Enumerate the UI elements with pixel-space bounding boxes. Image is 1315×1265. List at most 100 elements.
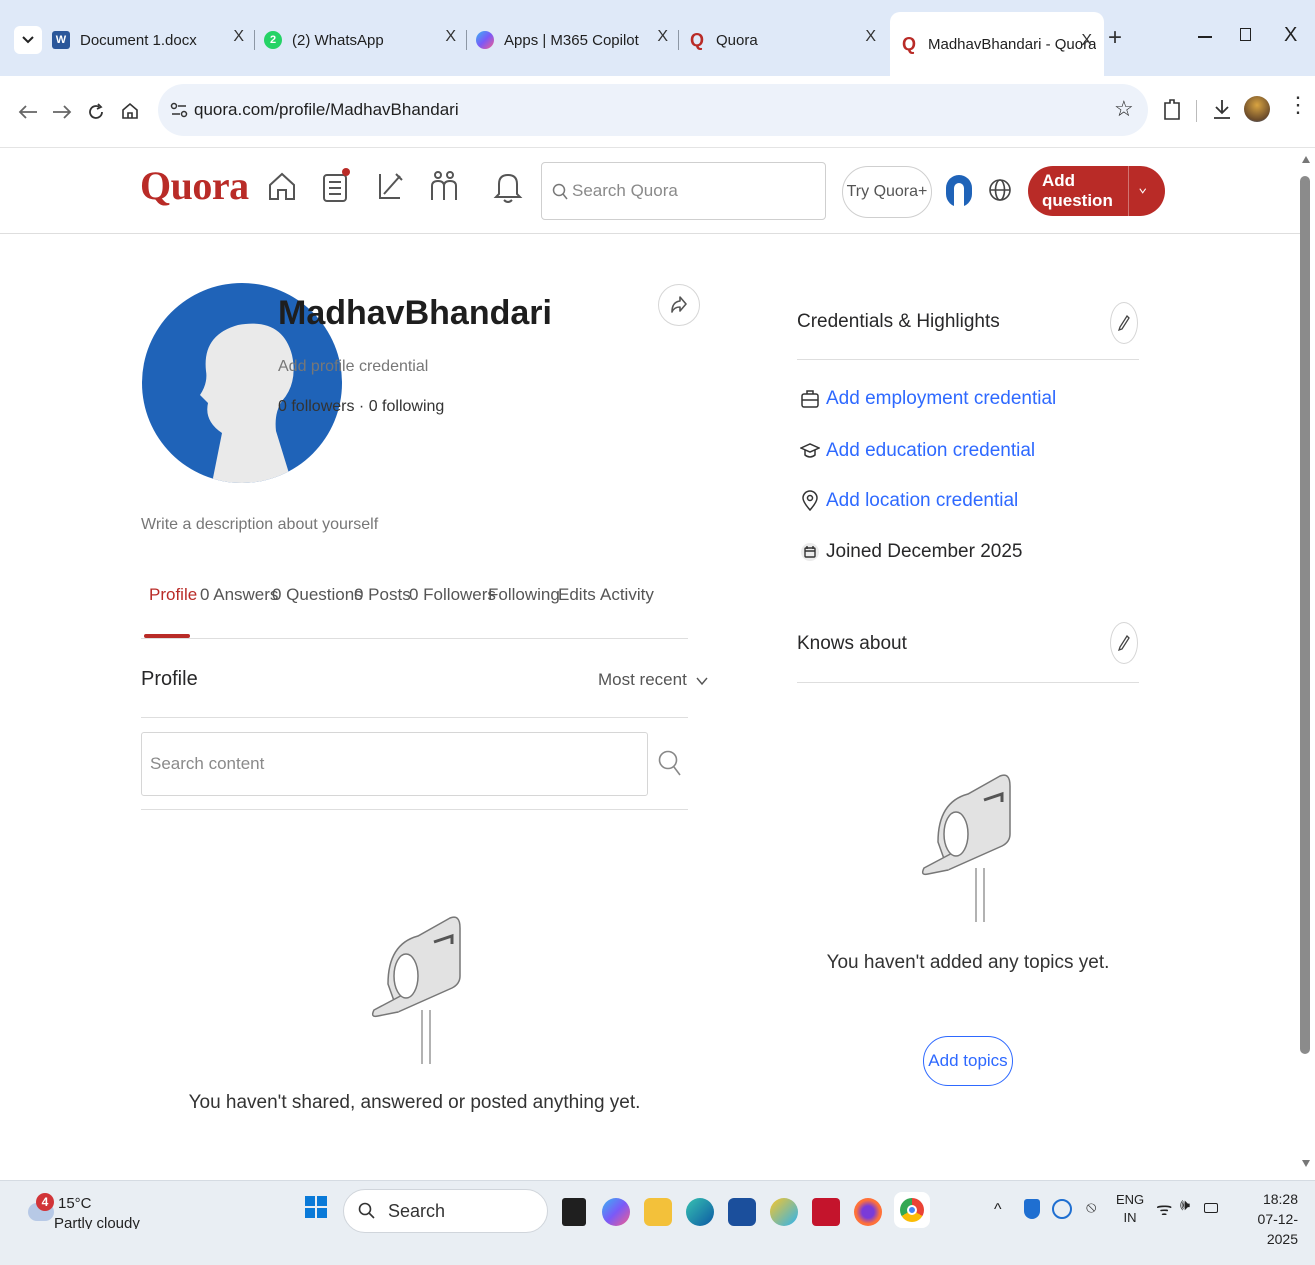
mcafee-icon[interactable]: [812, 1198, 840, 1226]
browser-tab-whatsapp[interactable]: 2 (2) WhatsApp X: [264, 12, 464, 68]
quora-icon: Q: [901, 33, 916, 54]
chevron-down-icon[interactable]: [1129, 185, 1151, 197]
firefox-icon[interactable]: [854, 1198, 882, 1226]
add-topics-button[interactable]: Add topics: [923, 1036, 1013, 1086]
copilot-tile-icon[interactable]: [770, 1198, 798, 1226]
quora-search-input[interactable]: Search Quora: [541, 162, 826, 220]
quora-logo[interactable]: Quora: [140, 162, 249, 209]
user-avatar-icon[interactable]: [946, 175, 972, 207]
close-tab-icon[interactable]: X: [657, 28, 668, 46]
close-tab-icon[interactable]: X: [1081, 32, 1092, 50]
wifi-icon[interactable]: ᯤ: [1156, 1197, 1172, 1221]
microsoft-store-icon[interactable]: [728, 1198, 756, 1226]
volume-icon[interactable]: 🕪: [1180, 1197, 1190, 1215]
task-view-icon[interactable]: [562, 1198, 586, 1226]
file-explorer-icon[interactable]: [644, 1198, 672, 1226]
add-education-credential-link[interactable]: Add education credential: [800, 440, 1035, 462]
back-icon[interactable]: [18, 104, 38, 120]
download-icon[interactable]: [1212, 98, 1232, 120]
try-quora-plus-button[interactable]: Try Quora+: [842, 166, 932, 218]
sort-dropdown[interactable]: Most recent: [598, 670, 708, 690]
browser-menu-icon[interactable]: ⋮: [1287, 94, 1309, 116]
credential-label: Add employment credential: [826, 388, 1057, 409]
pencil-icon: [1118, 314, 1130, 332]
tab-profile[interactable]: Profile: [149, 585, 197, 605]
close-window-icon[interactable]: X: [1284, 24, 1297, 47]
tab-separator: [466, 30, 467, 50]
extensions-icon[interactable]: [1162, 98, 1182, 122]
add-question-button[interactable]: Add question: [1028, 166, 1165, 216]
add-employment-credential-link[interactable]: Add employment credential: [800, 388, 1056, 410]
briefcase-icon: [801, 390, 819, 408]
write-description-link[interactable]: Write a description about yourself: [141, 516, 378, 534]
calendar-icon: [801, 543, 819, 561]
tab-posts[interactable]: 0 Posts: [354, 585, 411, 605]
edit-topics-button[interactable]: [1110, 622, 1138, 664]
share-profile-button[interactable]: [658, 284, 700, 326]
chrome-icon[interactable]: [894, 1192, 930, 1228]
start-windows-icon[interactable]: [305, 1196, 327, 1218]
notifications-bell-icon[interactable]: [490, 166, 526, 206]
show-hidden-icons-chevron[interactable]: ^: [994, 1201, 1002, 1219]
home-icon[interactable]: [264, 166, 300, 206]
new-tab-icon[interactable]: +: [1108, 24, 1122, 52]
browser-tab-active[interactable]: Q MadhavBhandari - Quora X: [890, 12, 1104, 76]
weather-temperature: 15°C: [58, 1195, 92, 1212]
joined-date: Joined December 2025: [800, 541, 1022, 563]
taskbar-search[interactable]: Search: [343, 1189, 548, 1233]
empty-state-message: You haven't shared, answered or posted a…: [188, 1092, 641, 1113]
language-indicator[interactable]: ENG IN: [1116, 1191, 1144, 1227]
profile-tabs: Profile 0 Answers 0 Questions 0 Posts 0 …: [141, 585, 688, 639]
tab-questions[interactable]: 0 Questions: [272, 585, 363, 605]
bookmark-star-icon[interactable]: ☆: [1114, 96, 1134, 122]
tab-edits[interactable]: Edits: [558, 585, 596, 605]
weather-widget[interactable]: 4 15°C Partly cloudy: [24, 1193, 154, 1253]
add-location-credential-link[interactable]: Add location credential: [800, 490, 1018, 512]
follow-stats[interactable]: 0 followers · 0 following: [278, 398, 444, 416]
search-icon: [552, 183, 568, 200]
profile-avatar[interactable]: [1244, 96, 1270, 122]
browser-tab-word[interactable]: W Document 1.docx X: [52, 12, 252, 68]
address-bar[interactable]: quora.com/profile/MadhavBhandari: [158, 84, 1148, 136]
site-info-icon[interactable]: [170, 101, 188, 119]
defender-shield-icon[interactable]: [1024, 1199, 1040, 1219]
tab-followers[interactable]: 0 Followers: [409, 585, 496, 605]
tab-list-dropdown-icon[interactable]: [14, 26, 42, 54]
close-tab-icon[interactable]: X: [445, 28, 456, 46]
following-feed-icon[interactable]: [318, 166, 354, 206]
answer-edit-icon[interactable]: [372, 166, 408, 206]
sync-icon[interactable]: [1052, 1199, 1072, 1219]
clock-date: 07-12-2025: [1257, 1211, 1298, 1247]
edge-browser-icon[interactable]: [686, 1198, 714, 1226]
forward-icon[interactable]: [52, 104, 72, 120]
location-off-icon[interactable]: ⦸: [1086, 1199, 1096, 1217]
divider: [141, 809, 688, 810]
home-icon[interactable]: [120, 101, 140, 121]
copilot-app-icon[interactable]: [602, 1198, 630, 1226]
tab-separator: [678, 30, 679, 50]
scroll-down-arrow-icon[interactable]: [1302, 1160, 1310, 1167]
close-tab-icon[interactable]: X: [865, 28, 876, 46]
browser-tab-quora[interactable]: Q Quora X: [688, 12, 884, 68]
tab-answers[interactable]: 0 Answers: [200, 585, 278, 605]
scroll-up-arrow-icon[interactable]: [1302, 156, 1310, 163]
close-tab-icon[interactable]: X: [233, 28, 244, 46]
language-globe-icon[interactable]: [988, 178, 1012, 202]
content-search-input[interactable]: Search content: [141, 732, 648, 796]
toolbar-divider: [1196, 100, 1197, 122]
spaces-icon[interactable]: [426, 166, 462, 206]
battery-icon[interactable]: [1204, 1203, 1218, 1213]
browser-tab-copilot[interactable]: Apps | M365 Copilot X: [476, 12, 672, 68]
reload-icon[interactable]: [86, 102, 106, 122]
minimize-icon[interactable]: [1198, 36, 1212, 38]
tab-activity[interactable]: Activity: [600, 585, 654, 605]
tab-following[interactable]: Following: [488, 585, 560, 605]
edit-credentials-button[interactable]: [1110, 302, 1138, 344]
search-icon[interactable]: [658, 748, 682, 778]
add-profile-credential-link[interactable]: Add profile credential: [278, 358, 428, 376]
section-title: Profile: [141, 668, 198, 690]
restore-icon[interactable]: [1240, 28, 1251, 41]
divider: [797, 682, 1139, 683]
clock[interactable]: 18:28 07-12-2025: [1228, 1189, 1298, 1249]
scrollbar-thumb[interactable]: [1300, 176, 1310, 1054]
